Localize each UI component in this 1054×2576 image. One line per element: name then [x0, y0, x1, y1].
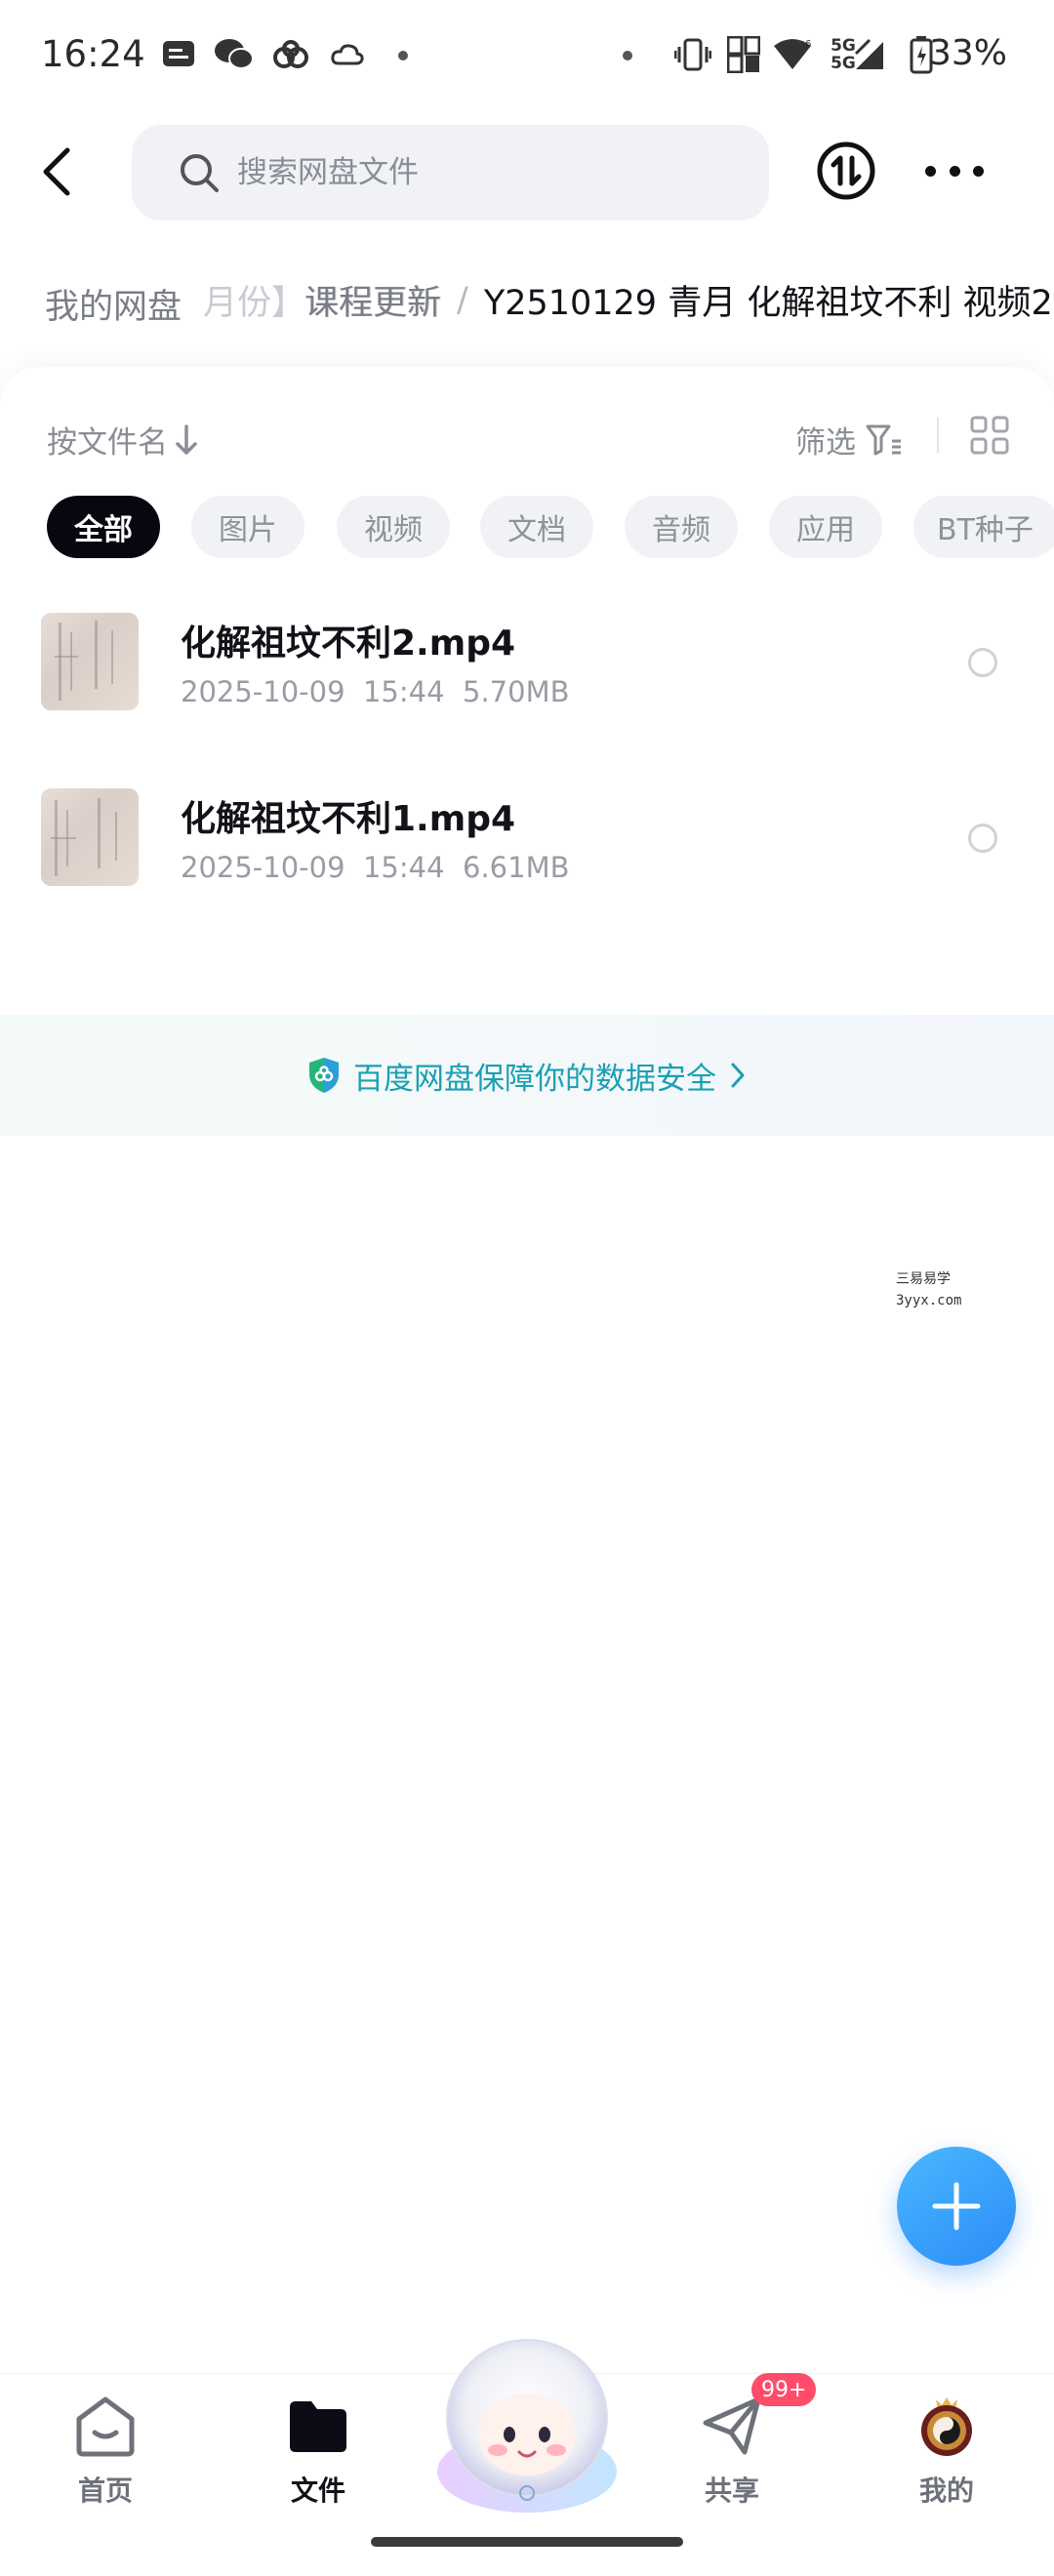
status-time: 16:24 — [41, 33, 145, 75]
filter-icon — [866, 424, 901, 455]
signal-icon — [853, 35, 886, 74]
security-banner[interactable]: 百度网盘保障你的数据安全 — [0, 1015, 1054, 1136]
select-radio[interactable] — [968, 648, 997, 677]
share-icon — [703, 2396, 761, 2455]
security-text: 百度网盘保障你的数据安全 — [353, 1061, 716, 1097]
sort-button[interactable]: 按文件名 — [47, 418, 199, 462]
nav-home-label: 首页 — [77, 2475, 133, 2507]
grid-icon — [970, 416, 1009, 455]
chip-bt[interactable]: BT种子 — [913, 496, 1054, 558]
more-dot-icon — [973, 165, 984, 177]
nav-files-label: 文件 — [290, 2475, 345, 2507]
chip-documents[interactable]: 文档 — [480, 496, 593, 558]
breadcrumb-item-root[interactable]: 我的网盘 — [20, 269, 208, 338]
watermark: 三易易学 3yyx.com — [896, 1271, 962, 1308]
breadcrumb-trail: 课程更新 / Y2510129 青月 化解祖坟不利 视频2 — [304, 275, 1053, 325]
file-name: 化解祖坟不利2.mp4 — [181, 624, 516, 664]
nav-home[interactable]: 首页 — [37, 2394, 174, 2509]
file-time: 15:44 — [362, 851, 445, 884]
search-icon — [181, 154, 219, 192]
breadcrumb-item-middle[interactable]: 课程更新 — [304, 275, 441, 325]
chip-images[interactable]: 图片 — [191, 496, 304, 558]
nav-share-label: 共享 — [704, 2475, 759, 2507]
notification-dot — [623, 51, 632, 60]
file-meta: 2025-10-09 15:44 5.70MB — [181, 675, 570, 708]
wifi-icon: 6 — [773, 35, 812, 74]
notification-dot — [398, 51, 408, 60]
chip-all[interactable]: 全部 — [47, 496, 160, 558]
toolbar-divider — [937, 418, 939, 453]
video-thumbnail — [41, 788, 139, 886]
chip-videos[interactable]: 视频 — [337, 496, 450, 558]
plus-icon — [932, 2182, 981, 2231]
wechat-icon — [213, 35, 256, 74]
grid-view-button[interactable] — [970, 416, 1009, 455]
nav-share[interactable]: 共享 — [664, 2394, 800, 2509]
file-row[interactable]: 化解祖坟不利1.mp4 2025-10-09 15:44 6.61MB — [0, 765, 1054, 911]
chevron-right-icon — [731, 1063, 745, 1088]
chip-audio[interactable]: 音频 — [625, 496, 738, 558]
more-button[interactable] — [925, 151, 984, 190]
vibrate-icon — [673, 35, 712, 74]
chip-apps[interactable]: 应用 — [769, 496, 882, 558]
arrow-down-icon — [176, 423, 197, 455]
search-input[interactable] — [237, 155, 686, 190]
sim-icon — [726, 35, 761, 74]
home-icon — [76, 2396, 135, 2457]
message-icon — [161, 35, 196, 74]
file-size: 5.70MB — [463, 675, 570, 708]
svg-text:6: 6 — [805, 39, 811, 50]
more-dot-icon — [925, 165, 936, 177]
file-size: 6.61MB — [463, 851, 570, 884]
file-time: 15:44 — [362, 675, 445, 708]
chevron-left-icon — [43, 147, 70, 196]
file-name: 化解祖坟不利1.mp4 — [181, 799, 516, 839]
more-dot-icon — [949, 165, 960, 177]
avatar-icon — [921, 2397, 972, 2456]
battery-level: 33% — [928, 33, 1007, 73]
folder-icon — [290, 2401, 346, 2452]
search-box[interactable] — [132, 125, 769, 221]
cloud-icon — [330, 35, 365, 74]
filter-label: 筛选 — [795, 425, 856, 461]
nav-files[interactable]: 文件 — [250, 2394, 386, 2509]
mascot-icon[interactable] — [429, 2325, 625, 2520]
video-thumbnail — [41, 613, 139, 710]
status-bar: 16:24 6 5G 5G 33% — [0, 0, 1054, 107]
share-badge: 99+ — [751, 2373, 817, 2406]
breadcrumb-separator: / — [457, 280, 468, 320]
baidu-netdisk-icon — [271, 35, 310, 74]
home-indicator[interactable] — [371, 2537, 683, 2547]
filter-button[interactable]: 筛选 — [795, 418, 903, 462]
nav-profile-label: 我的 — [918, 2475, 974, 2507]
breadcrumb: 月份】课程更新 课程更新 / Y2510129 青月 化解祖坟不利 视频2 我的… — [0, 260, 1054, 347]
sort-label: 按文件名 — [47, 425, 168, 461]
transfer-button[interactable] — [816, 141, 876, 201]
breadcrumb-item-current: Y2510129 青月 化解祖坟不利 视频2 — [483, 284, 1053, 323]
transfer-icon — [817, 141, 875, 200]
select-radio[interactable] — [968, 824, 997, 853]
file-date: 2025-10-09 — [181, 675, 345, 708]
file-meta: 2025-10-09 15:44 6.61MB — [181, 851, 570, 884]
shield-icon — [309, 1058, 339, 1093]
add-button[interactable] — [897, 2147, 1016, 2266]
file-date: 2025-10-09 — [181, 851, 345, 884]
file-row[interactable]: 化解祖坟不利2.mp4 2025-10-09 15:44 5.70MB — [0, 589, 1054, 736]
nav-profile[interactable]: 我的 — [878, 2394, 1015, 2509]
back-button[interactable] — [29, 137, 84, 207]
